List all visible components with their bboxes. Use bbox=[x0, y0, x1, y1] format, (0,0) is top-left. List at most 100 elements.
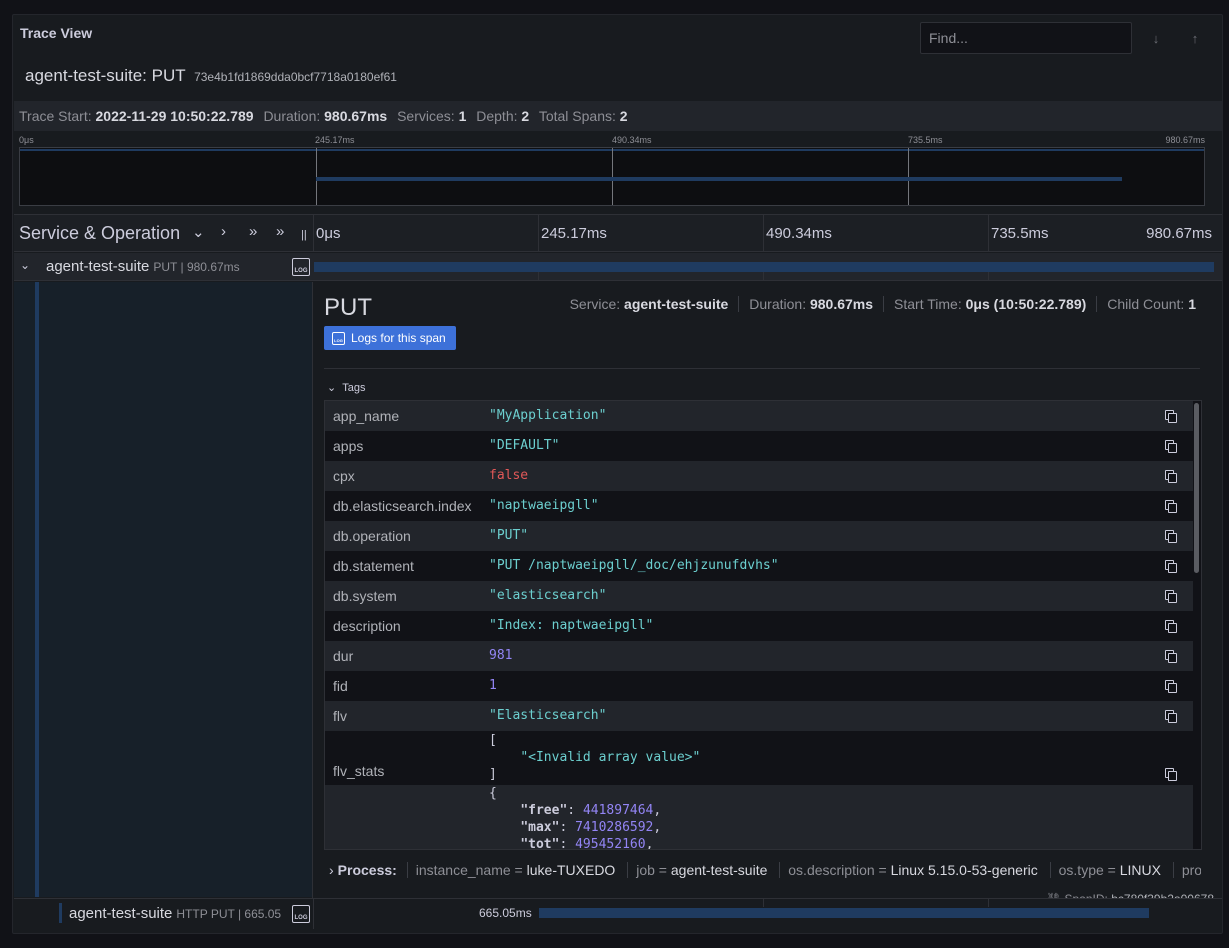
copy-icon[interactable] bbox=[1165, 620, 1177, 633]
chevron-down-icon[interactable]: ⌄ bbox=[192, 223, 205, 241]
tag-row[interactable]: db.statement "PUT /naptwaeipgll/_doc/ehj… bbox=[325, 551, 1193, 581]
resize-handle-icon[interactable]: || bbox=[301, 229, 307, 241]
span-service-name[interactable]: agent-test-suite PUT | 980.67ms bbox=[46, 258, 240, 275]
json-bracket: ] bbox=[489, 767, 497, 782]
trace-id: 73e4b1fd1869dda0bcf7718a0180ef61 bbox=[194, 70, 397, 84]
json-bracket: { bbox=[489, 786, 497, 801]
timeline-header: Service & Operation ⌄ › » » || 0μs 245.1… bbox=[14, 214, 1222, 252]
stat-value: 980.67ms bbox=[324, 108, 388, 124]
scrollbar[interactable] bbox=[1194, 403, 1199, 573]
meta-value: agent-test-suite bbox=[624, 296, 729, 312]
json-bracket: [ bbox=[489, 733, 497, 748]
stat-label: Duration: bbox=[263, 108, 321, 124]
tag-row[interactable]: app_name "MyApplication" bbox=[325, 401, 1193, 431]
span-service-name[interactable]: agent-test-suite HTTP PUT | 665.05 bbox=[69, 905, 281, 922]
gridline bbox=[988, 272, 989, 280]
chevron-right-icon[interactable]: › bbox=[221, 223, 226, 240]
arrow-up-icon[interactable]: ↑ bbox=[1179, 22, 1211, 54]
chevron-down-icon: ⌄ bbox=[327, 382, 337, 394]
tag-row[interactable]: description "Index: naptwaeipgll" bbox=[325, 611, 1193, 641]
meta-value: 980.67ms bbox=[809, 296, 874, 312]
tag-row[interactable]: cpx false bbox=[325, 461, 1193, 491]
minimap-canvas[interactable] bbox=[19, 147, 1205, 206]
tag-key: flv bbox=[333, 708, 347, 724]
span-service: agent-test-suite bbox=[46, 258, 150, 275]
arrow-down-icon[interactable]: ↓ bbox=[1140, 22, 1172, 54]
process-section[interactable]: › Process: instance_name = luke-TUXEDO jo… bbox=[329, 862, 1201, 878]
process-label: Process: bbox=[337, 862, 397, 878]
copy-icon[interactable] bbox=[1165, 768, 1177, 781]
log-icon[interactable]: LOG bbox=[292, 905, 310, 923]
span-info: PUT | 980.67ms bbox=[153, 260, 240, 274]
timeline-tick: 735.5ms bbox=[991, 225, 1049, 242]
json-key: "max" bbox=[520, 820, 560, 835]
copy-icon[interactable] bbox=[1165, 590, 1177, 603]
tag-value: { "free": 441897464, "max": 7410286592, … bbox=[489, 786, 662, 850]
tag-row[interactable]: db.operation "PUT" bbox=[325, 521, 1193, 551]
copy-icon[interactable] bbox=[1165, 470, 1177, 483]
tag-row[interactable]: dur 981 bbox=[325, 641, 1193, 671]
tag-value: "DEFAULT" bbox=[489, 438, 560, 453]
copy-icon[interactable] bbox=[1165, 560, 1177, 573]
json-value: 441897464 bbox=[582, 803, 654, 818]
tag-row[interactable]: flv_stats [ "<Invalid array value>" ] bbox=[325, 731, 1193, 785]
tag-value: "Elasticsearch" bbox=[489, 708, 607, 723]
tag-value: 981 bbox=[489, 648, 513, 663]
tag-key: apps bbox=[333, 438, 364, 454]
tags-toggle[interactable]: ⌄ Tags bbox=[327, 378, 371, 394]
gridline bbox=[988, 899, 989, 907]
span-duration-label: 665.05ms bbox=[479, 906, 532, 920]
chevron-down-icon[interactable]: ⌄ bbox=[20, 258, 30, 272]
find-input[interactable] bbox=[920, 22, 1132, 54]
tag-row[interactable]: db.elasticsearch.index "naptwaeipgll" bbox=[325, 491, 1193, 521]
json-value: 7410286592 bbox=[575, 820, 654, 835]
tag-key-empty bbox=[325, 785, 489, 849]
span-bar[interactable] bbox=[539, 908, 1149, 918]
copy-icon[interactable] bbox=[1165, 530, 1177, 543]
tags-table: app_name "MyApplication" apps "DEFAULT" … bbox=[324, 400, 1202, 850]
json-value: 495452160 bbox=[575, 837, 646, 850]
gridline bbox=[313, 899, 314, 929]
span-row[interactable]: agent-test-suite HTTP PUT | 665.05 LOG 66… bbox=[14, 898, 1222, 929]
copy-icon[interactable] bbox=[1165, 440, 1177, 453]
trace-stats: Trace Start: 2022-11-29 10:50:22.789 Dur… bbox=[14, 101, 1222, 131]
span-bar[interactable] bbox=[314, 262, 1214, 272]
tag-value: "PUT /naptwaeipgll/_doc/ehjzunufdvhs" bbox=[489, 558, 779, 573]
minimap-tick: 0μs bbox=[19, 135, 34, 145]
tag-value: false bbox=[489, 468, 529, 483]
span-meta: Service: agent-test-suite Duration: 980.… bbox=[560, 296, 1206, 312]
stat-value: 2022-11-29 10:50:22.789 bbox=[95, 108, 254, 124]
gridline bbox=[763, 272, 764, 280]
copy-icon[interactable] bbox=[1165, 680, 1177, 693]
tag-key: flv_stats bbox=[333, 763, 385, 779]
tag-row[interactable]: apps "DEFAULT" bbox=[325, 431, 1193, 461]
panel-title: Trace View bbox=[20, 25, 93, 41]
tag-row[interactable]: fid 1 bbox=[325, 671, 1193, 701]
span-child-meta: Child Count: 1 bbox=[1096, 296, 1206, 312]
tag-row[interactable]: flv "Elasticsearch" bbox=[325, 701, 1193, 731]
process-more: proc... bbox=[1172, 862, 1201, 878]
minimap[interactable]: 0μs 245.17ms 490.34ms 735.5ms 980.67ms bbox=[19, 133, 1205, 207]
tag-row[interactable]: db.system "elasticsearch" bbox=[325, 581, 1193, 611]
tag-key: db.operation bbox=[333, 528, 411, 544]
log-icon[interactable]: LOG bbox=[292, 258, 310, 276]
copy-icon[interactable] bbox=[1165, 710, 1177, 723]
tag-key: db.elasticsearch.index bbox=[333, 498, 472, 514]
gridline bbox=[763, 899, 764, 907]
logs-for-span-button[interactable]: LOG Logs for this span bbox=[324, 326, 456, 350]
span-duration-meta: Duration: 980.67ms bbox=[738, 296, 883, 312]
span-row[interactable]: ⌄ agent-test-suite PUT | 980.67ms LOG bbox=[14, 253, 1222, 281]
double-chevron-right-icon[interactable]: » bbox=[276, 223, 284, 240]
tag-row[interactable]: { "free": 441897464, "max": 7410286592, … bbox=[325, 785, 1193, 850]
stat-value: 2 bbox=[521, 108, 530, 124]
copy-icon[interactable] bbox=[1165, 500, 1177, 513]
meta-label: Child Count: bbox=[1107, 296, 1185, 312]
copy-icon[interactable] bbox=[1165, 650, 1177, 663]
stat-value: 2 bbox=[619, 108, 628, 124]
meta-label: Service: bbox=[569, 296, 621, 312]
double-chevron-down-icon[interactable]: » bbox=[249, 223, 257, 240]
meta-label: Start Time: bbox=[894, 296, 962, 312]
log-icon: LOG bbox=[332, 331, 345, 345]
copy-icon[interactable] bbox=[1165, 410, 1177, 423]
process-kv: instance_name = luke-TUXEDO bbox=[406, 862, 624, 878]
